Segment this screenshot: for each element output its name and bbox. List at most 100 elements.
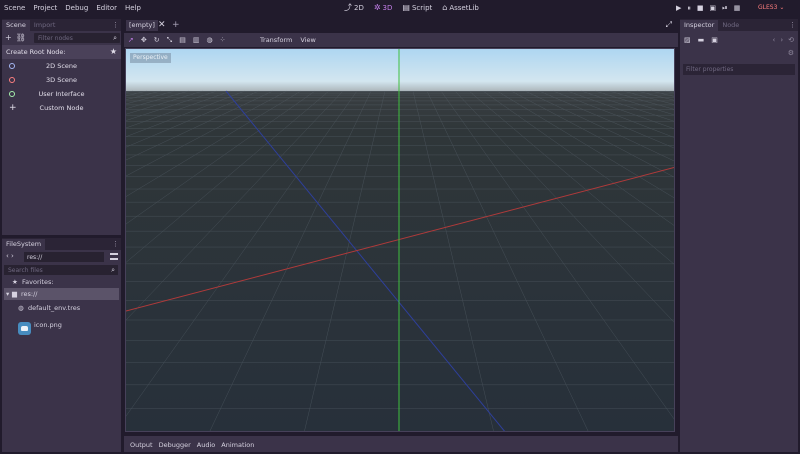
workspace-switcher: ⤴ 2D ✲ 3D ▤ Script ⌂ AssetLib bbox=[344, 3, 479, 13]
collapse-arrow-icon: ▾ bbox=[6, 290, 10, 298]
assetlib-icon: ⌂ bbox=[442, 3, 448, 12]
stop-icon[interactable]: ■ bbox=[697, 4, 704, 13]
play-icon[interactable]: ▶ bbox=[676, 4, 681, 13]
pause-icon[interactable]: ⏸ bbox=[687, 4, 691, 13]
file-label: icon.png bbox=[34, 321, 62, 329]
inspector-dock: Inspector Node ⋮ ▨ ▬ ▣ ‹ › ⟲ ⚙ Filter pr… bbox=[680, 19, 798, 452]
script-icon: ▤ bbox=[402, 3, 410, 12]
tab-inspector[interactable]: Inspector bbox=[680, 20, 719, 31]
tab-scene[interactable]: Scene bbox=[2, 20, 30, 31]
create-custom-node-button[interactable]: + Custom Node bbox=[2, 101, 121, 115]
scene-tab-empty[interactable]: [empty] bbox=[126, 20, 158, 31]
res-folder-row[interactable]: ▾ ▆ res:// bbox=[4, 288, 119, 300]
renderer-select[interactable]: GLES3 ⌄ bbox=[758, 4, 784, 11]
menu-scene[interactable]: Scene bbox=[4, 4, 25, 12]
filter-nodes-placeholder: Filter nodes bbox=[38, 35, 73, 42]
transform-menu[interactable]: Transform bbox=[260, 36, 292, 44]
add-tab-icon[interactable]: + bbox=[172, 19, 180, 31]
split-view-icon[interactable] bbox=[110, 253, 118, 260]
scene-tabs: [empty] ✕ + ⤢ bbox=[124, 19, 678, 32]
inspector-history: ‹ › ⟲ bbox=[773, 36, 795, 44]
tab-node[interactable]: Node bbox=[718, 20, 743, 31]
file-label: default_env.tres bbox=[28, 304, 81, 312]
viewport-toolbar: ➚ ✥ ↻ ⤡ ▤ ▥ ◍ ⁘ Transform View bbox=[124, 33, 678, 47]
list-select-icon[interactable]: ▤ bbox=[179, 36, 186, 44]
local-space-icon[interactable]: ◍ bbox=[206, 36, 212, 44]
close-icon[interactable]: ✕ bbox=[158, 19, 166, 31]
play-scene-icon[interactable]: ▣ bbox=[710, 4, 717, 13]
folder-icon: ▆ bbox=[12, 290, 17, 298]
distraction-free-icon[interactable]: ⤢ bbox=[666, 21, 672, 29]
menu-project[interactable]: Project bbox=[33, 4, 57, 12]
history-icon[interactable]: ⟲ bbox=[788, 36, 794, 44]
view-menu[interactable]: View bbox=[300, 36, 315, 44]
3d-viewport[interactable] bbox=[125, 48, 675, 432]
workspace-assetlib-button[interactable]: ⌂ AssetLib bbox=[442, 3, 479, 13]
tab-import[interactable]: Import bbox=[30, 20, 60, 31]
move-tool-icon[interactable]: ✥ bbox=[141, 36, 147, 44]
ground-plane bbox=[126, 91, 674, 431]
create-root-header: Create Root Node: ★ bbox=[2, 45, 121, 59]
audio-tab[interactable]: Audio bbox=[197, 441, 215, 449]
create-user-interface-button[interactable]: User Interface bbox=[2, 87, 121, 101]
animation-tab[interactable]: Animation bbox=[221, 441, 254, 449]
play-custom-icon[interactable]: ⏯ bbox=[722, 4, 728, 13]
workspace-script-button[interactable]: ▤ Script bbox=[402, 3, 432, 13]
add-node-icon[interactable]: + bbox=[5, 34, 12, 42]
main-menu: Scene Project Debug Editor Help bbox=[4, 4, 141, 12]
create-root-label: Create Root Node: bbox=[6, 48, 66, 56]
menu-debug[interactable]: Debug bbox=[65, 4, 88, 12]
perspective-menu[interactable]: Perspective bbox=[130, 53, 171, 63]
menu-help[interactable]: Help bbox=[125, 4, 141, 12]
load-resource-icon[interactable]: ▬ bbox=[698, 36, 705, 44]
inspector-tabs: Inspector Node ⋮ bbox=[680, 19, 798, 31]
path-field[interactable]: res:// bbox=[24, 252, 104, 262]
godot-image-icon bbox=[18, 322, 31, 335]
scene-dock: Scene Import ⋮ + ⛓ Filter nodes ⌕ Create… bbox=[2, 19, 121, 235]
create-3d-scene-button[interactable]: 3D Scene bbox=[2, 73, 121, 87]
node-label: 2D Scene bbox=[45, 62, 78, 70]
scene-dock-tabs: Scene Import ⋮ bbox=[2, 19, 121, 31]
path-value: res:// bbox=[27, 254, 43, 261]
menu-editor[interactable]: Editor bbox=[96, 4, 117, 12]
output-tab[interactable]: Output bbox=[130, 441, 153, 449]
file-row[interactable]: ◍ default_env.tres bbox=[2, 300, 121, 316]
back-icon[interactable]: ‹ bbox=[773, 36, 776, 44]
filter-properties-input[interactable]: Filter properties bbox=[683, 64, 795, 75]
new-resource-icon[interactable]: ▨ bbox=[684, 36, 691, 44]
scene-toolbar: + ⛓ Filter nodes ⌕ bbox=[2, 31, 121, 45]
node-label: 3D Scene bbox=[45, 76, 78, 84]
favorites-row[interactable]: ★ Favorites: bbox=[2, 276, 121, 288]
workspace-2d-label: 2D bbox=[354, 4, 364, 12]
filter-nodes-input[interactable]: Filter nodes ⌕ bbox=[34, 33, 120, 43]
create-2d-scene-button[interactable]: 2D Scene bbox=[2, 59, 121, 73]
snap-icon[interactable]: ⁘ bbox=[220, 36, 226, 44]
forward-icon[interactable]: › bbox=[780, 36, 783, 44]
save-resource-icon[interactable]: ▣ bbox=[711, 36, 718, 44]
tool-icons: ➚ ✥ ↻ ⤡ ▤ ▥ ◍ ⁘ bbox=[128, 36, 225, 44]
favorite-star-icon[interactable]: ★ bbox=[110, 45, 117, 59]
movie-icon[interactable]: ▦ bbox=[734, 4, 741, 13]
link-icon[interactable]: ⛓ bbox=[16, 34, 26, 42]
scale-tool-icon[interactable]: ⤡ bbox=[167, 36, 173, 44]
rotate-tool-icon[interactable]: ↻ bbox=[154, 36, 160, 44]
star-icon: ★ bbox=[12, 278, 18, 286]
search-files-placeholder: Search files bbox=[8, 267, 43, 274]
globe-icon: ◍ bbox=[18, 304, 24, 312]
workspace-2d-button[interactable]: ⤴ 2D bbox=[344, 4, 364, 13]
filesystem-search: Search files ⌕ bbox=[2, 263, 121, 276]
debugger-tab[interactable]: Debugger bbox=[159, 441, 191, 449]
workspace-3d-button[interactable]: ✲ 3D bbox=[374, 4, 393, 13]
search-files-input[interactable]: Search files ⌕ bbox=[4, 265, 118, 275]
object-properties-icon[interactable]: ⚙ bbox=[788, 49, 794, 57]
history-arrows-icon[interactable]: ‹ › bbox=[6, 252, 14, 260]
dock-menu-icon[interactable]: ⋮ bbox=[112, 21, 119, 29]
filesystem-tabs: FileSystem ⋮ bbox=[2, 238, 121, 250]
select-tool-icon[interactable]: ➚ bbox=[128, 36, 134, 44]
bottom-tabs: Output Debugger Audio Animation bbox=[130, 441, 254, 449]
dock-menu-icon[interactable]: ⋮ bbox=[112, 240, 119, 248]
lock-icon[interactable]: ▥ bbox=[193, 36, 200, 44]
res-folder-label: res:// bbox=[21, 290, 38, 298]
tab-filesystem[interactable]: FileSystem bbox=[2, 239, 46, 250]
dock-menu-icon[interactable]: ⋮ bbox=[789, 21, 796, 29]
